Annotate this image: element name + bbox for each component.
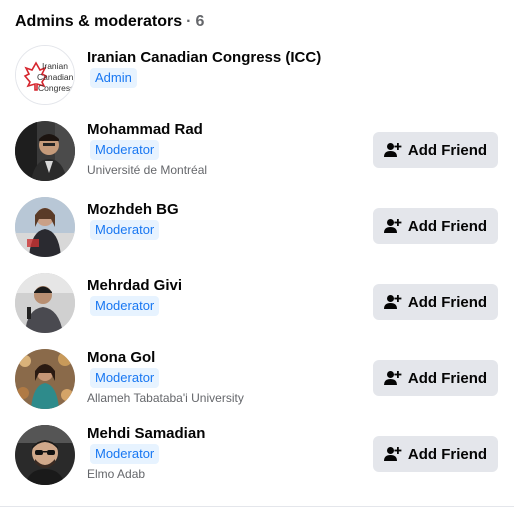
role-badge-moderator: Moderator: [90, 444, 160, 464]
add-friend-button[interactable]: Add Friend: [373, 208, 498, 244]
icc-logo: Iranian Canadian Congress: [16, 46, 74, 104]
member-subtitle: Elmo Adab: [87, 467, 146, 481]
person-plus-icon: [383, 371, 402, 385]
add-friend-label: Add Friend: [407, 217, 488, 235]
profile-photo: [15, 273, 75, 333]
member-name[interactable]: Iranian Canadian Congress (ICC): [87, 49, 321, 66]
member-name[interactable]: Mozhdeh BG: [87, 201, 179, 218]
add-friend-label: Add Friend: [407, 369, 488, 387]
add-friend-button[interactable]: Add Friend: [373, 436, 498, 472]
admins-moderators-card: Admins & moderators · 6 Iranian Canadian C…: [0, 0, 514, 507]
add-friend-label: Add Friend: [407, 445, 488, 463]
member-subtitle: Allameh Tabataba'i University: [87, 391, 244, 405]
add-friend-button[interactable]: Add Friend: [373, 360, 498, 396]
person-plus-icon: [383, 219, 402, 233]
svg-text:Congress: Congress: [38, 83, 74, 93]
member-subtitle: Université de Montréal: [87, 163, 208, 177]
member-name[interactable]: Mohammad Rad: [87, 121, 203, 138]
avatar[interactable]: [15, 273, 75, 333]
member-name[interactable]: Mehdi Samadian: [87, 425, 205, 442]
svg-text:Iranian: Iranian: [42, 61, 68, 71]
person-plus-icon: [383, 295, 402, 309]
role-badge-admin: Admin: [90, 68, 137, 88]
add-friend-button[interactable]: Add Friend: [373, 132, 498, 168]
add-friend-label: Add Friend: [407, 141, 488, 159]
profile-photo: [15, 349, 75, 409]
role-badge-moderator: Moderator: [90, 140, 160, 160]
role-badge-moderator: Moderator: [90, 220, 160, 240]
avatar[interactable]: [15, 197, 75, 257]
profile-photo: [15, 425, 75, 485]
avatar[interactable]: [15, 349, 75, 409]
section-header: Admins & moderators · 6: [15, 13, 204, 31]
role-badge-moderator: Moderator: [90, 368, 160, 388]
avatar[interactable]: [15, 425, 75, 485]
member-name[interactable]: Mehrdad Givi: [87, 277, 182, 294]
section-title: Admins & moderators: [15, 13, 183, 30]
add-friend-button[interactable]: Add Friend: [373, 284, 498, 320]
member-name[interactable]: Mona Gol: [87, 349, 155, 366]
profile-photo: [15, 121, 75, 181]
role-badge-moderator: Moderator: [90, 296, 160, 316]
person-plus-icon: [383, 143, 402, 157]
separator-dot: ·: [186, 13, 192, 30]
avatar[interactable]: [15, 121, 75, 181]
profile-photo: [15, 197, 75, 257]
member-count: 6: [195, 13, 205, 30]
person-plus-icon: [383, 447, 402, 461]
add-friend-label: Add Friend: [407, 293, 488, 311]
svg-text:Canadian: Canadian: [37, 72, 74, 82]
icc-logo-avatar[interactable]: Iranian Canadian Congress: [15, 45, 75, 105]
